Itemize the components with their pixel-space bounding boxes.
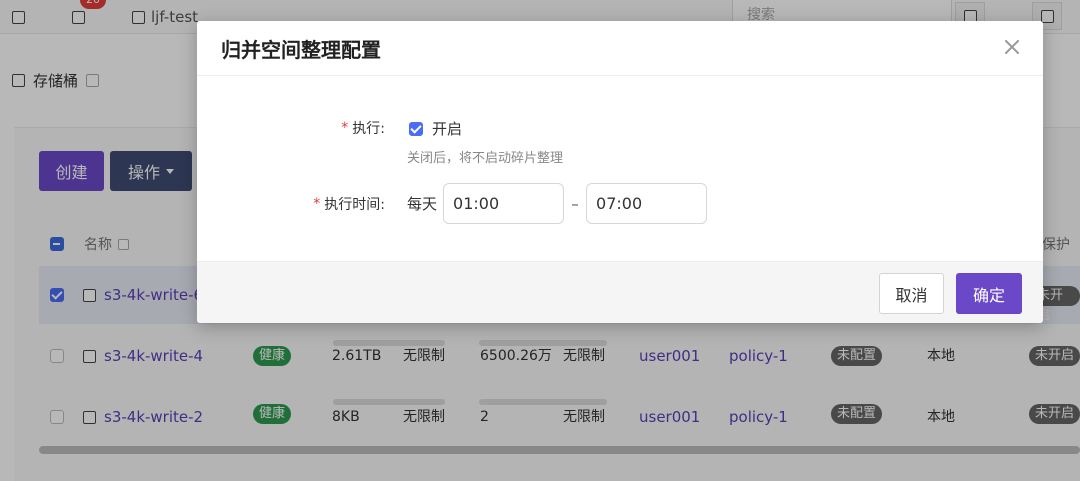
exec-checkbox-icon[interactable] bbox=[409, 121, 423, 136]
time-range: 每天 01:00 – 07:00 bbox=[407, 183, 708, 224]
daily-label: 每天 bbox=[407, 195, 438, 213]
exec-toggle[interactable]: 开启 bbox=[409, 118, 462, 139]
time-label: 执行时间: bbox=[324, 197, 385, 213]
dialog-header: 归并空间整理配置 bbox=[197, 21, 1043, 76]
dialog-footer: 取消 确定 bbox=[197, 261, 1043, 323]
end-time-input[interactable]: 07:00 bbox=[586, 183, 708, 224]
dialog-title: 归并空间整理配置 bbox=[221, 37, 381, 62]
close-icon[interactable] bbox=[1001, 36, 1023, 58]
confirm-button[interactable]: 确定 bbox=[956, 273, 1022, 314]
merge-space-config-dialog: 归并空间整理配置 * 执行: 开启 关闭后，将不启动碎片整理 * 执行时间: 每… bbox=[197, 21, 1043, 323]
time-field-label: * 执行时间: bbox=[313, 194, 385, 214]
required-mark: * bbox=[341, 120, 349, 136]
start-time-input[interactable]: 01:00 bbox=[443, 183, 565, 224]
dialog-body: * 执行: 开启 关闭后，将不启动碎片整理 * 执行时间: 每天 01:00 –… bbox=[197, 76, 1043, 261]
exec-field-label: * 执行: bbox=[341, 118, 385, 138]
exec-hint: 关闭后，将不启动碎片整理 bbox=[407, 151, 564, 166]
cancel-button[interactable]: 取消 bbox=[879, 273, 944, 314]
exec-label: 执行: bbox=[352, 121, 385, 137]
time-separator: – bbox=[571, 194, 579, 213]
required-mark: * bbox=[313, 196, 321, 212]
exec-option-label: 开启 bbox=[432, 120, 463, 138]
